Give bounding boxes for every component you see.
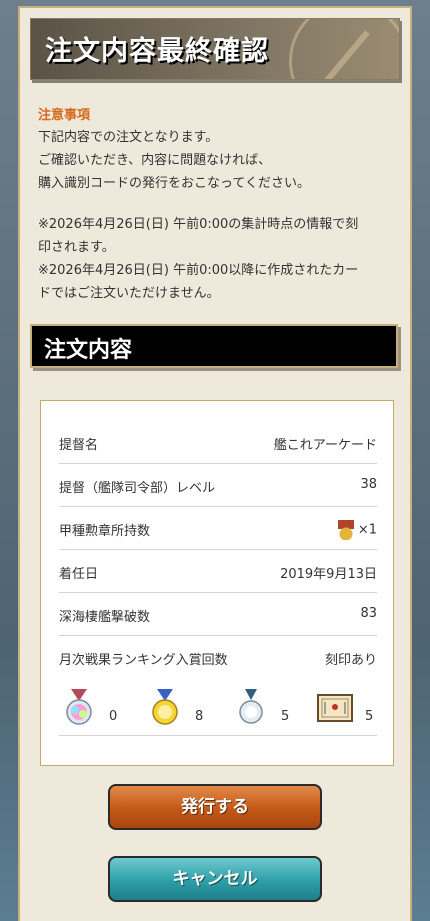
notice-line: ※2026年4月26日(日) 午前0:00の集計時点の情報で刻 <box>38 217 359 232</box>
row-label: 甲種勲章所持数 <box>59 524 151 539</box>
compass-decoration-icon <box>289 19 399 79</box>
notice-heading: 注意事項 <box>38 108 91 123</box>
order-card: 提督名 艦これアーケード 提督（艦隊司令部）レベル 38 甲種勲章所持数 ×1 … <box>40 400 394 766</box>
medal-count: 5 <box>281 709 290 724</box>
issue-button[interactable]: 発行する <box>108 784 322 830</box>
row-label: 提督名 <box>59 438 99 453</box>
row-value: 38 <box>360 477 377 492</box>
row-value: 刻印あり <box>324 653 377 668</box>
row-value: 2019年9月13日 <box>280 567 377 582</box>
notice-line: 印されます。 <box>38 240 115 255</box>
row-label: 提督（艦隊司令部）レベル <box>59 481 216 496</box>
notice-line: ※2026年4月26日(日) 午前0:00以降に作成されたカー <box>38 263 359 278</box>
notice-line: ドではご注文いただけません。 <box>38 286 220 301</box>
order-row-level: 提督（艦隊司令部）レベル 38 <box>59 464 377 507</box>
order-row-medal-count: 甲種勲章所持数 ×1 <box>59 507 377 550</box>
gold-medal-icon <box>152 689 178 725</box>
main-panel: 注文内容最終確認 注意事項 下記内容での注文となります。 ご確認いただき、内容に… <box>18 6 412 921</box>
medal-count: 5 <box>365 709 374 724</box>
notice-line: ご確認いただき、内容に問題なければ、 <box>38 153 272 168</box>
cancel-button[interactable]: キャンセル <box>108 856 322 902</box>
ranking-medals: 0 8 5 5 <box>59 683 377 736</box>
silver-medal-icon <box>239 689 263 724</box>
title-banner: 注文内容最終確認 <box>30 18 400 80</box>
row-label: 月次戦果ランキング入賞回数 <box>59 653 228 668</box>
certificate-icon <box>317 694 353 722</box>
order-row-kills: 深海棲艦撃破数 83 <box>59 593 377 636</box>
order-row-ranking: 月次戦果ランキング入賞回数 刻印あり <box>59 636 377 678</box>
order-row-admiral-name: 提督名 艦これアーケード <box>59 421 377 464</box>
row-value: ×1 <box>357 522 377 538</box>
row-value: 83 <box>360 606 377 621</box>
section-banner: 注文内容 <box>30 324 398 368</box>
class-a-medal-icon <box>337 520 354 540</box>
page-title: 注文内容最終確認 <box>45 36 269 67</box>
medal-count: 8 <box>195 709 204 724</box>
medal-count: 0 <box>109 709 118 724</box>
rainbow-medal-icon <box>66 689 92 725</box>
order-row-join-date: 着任日 2019年9月13日 <box>59 550 377 593</box>
row-label: 深海棲艦撃破数 <box>59 610 151 625</box>
row-value: 艦これアーケード <box>273 438 377 453</box>
row-label: 着任日 <box>59 567 99 582</box>
notice-line: 購入識別コードの発行をおこなってください。 <box>38 176 310 191</box>
section-title: 注文内容 <box>44 338 133 363</box>
notice-body: 下記内容での注文となります。 ご確認いただき、内容に問題なければ、 購入識別コー… <box>38 126 398 305</box>
notice-line: 下記内容での注文となります。 <box>38 130 219 145</box>
